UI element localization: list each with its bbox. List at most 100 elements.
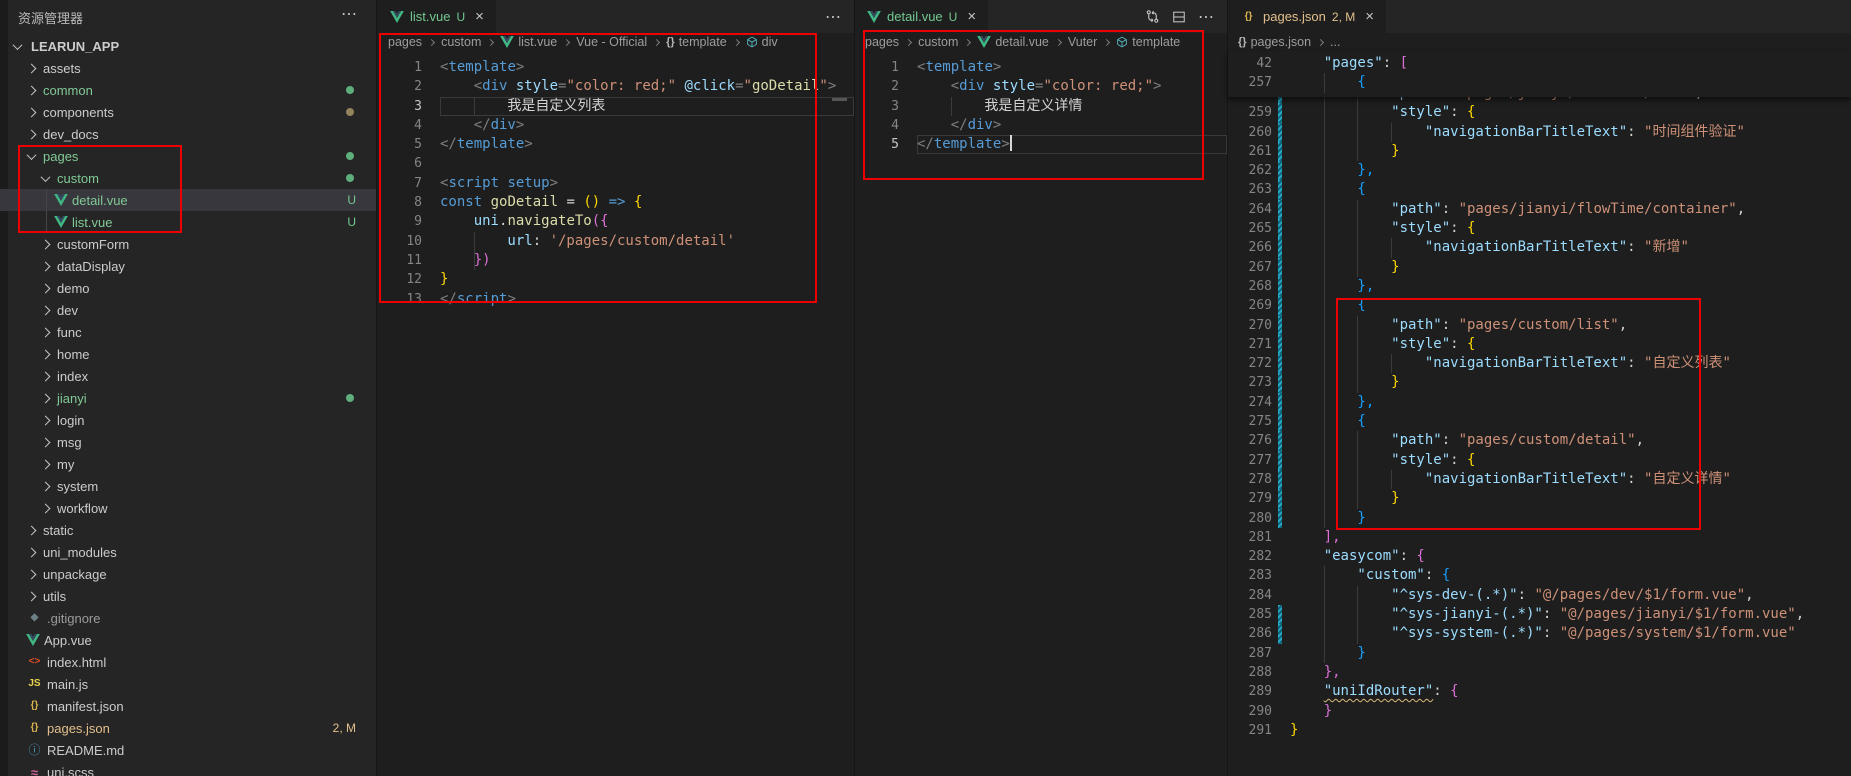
code-line[interactable]: 3我是自定义列表 [378, 97, 854, 116]
code-line[interactable]: 1<template> [855, 58, 1227, 77]
code-line[interactable]: 2<div style="color: red;"> [855, 77, 1227, 96]
code-line[interactable]: 12} [378, 270, 854, 289]
code-line[interactable]: 5</template> [378, 135, 854, 154]
tree-item-main.js[interactable]: JSmain.js [0, 673, 376, 695]
code-line[interactable]: 5</template> [855, 135, 1227, 154]
tree-item-utils[interactable]: utils [0, 585, 376, 607]
code-line[interactable]: 2<div style="color: red;" @click="goDeta… [378, 77, 854, 96]
tree-item-login[interactable]: login [0, 409, 376, 431]
tree-item-components[interactable]: components [0, 101, 376, 123]
tree-item-static[interactable]: static [0, 519, 376, 541]
code-line[interactable]: 285"^sys-jianyi-(.*)": "@/pages/jianyi/$… [1228, 605, 1851, 624]
code-line[interactable]: 284"^sys-dev-(.*)": "@/pages/dev/$1/form… [1228, 586, 1851, 605]
sticky-scroll[interactable]: 42"pages": [257{ [1228, 51, 1851, 97]
tree-item-uni-modules[interactable]: uni_modules [0, 541, 376, 563]
code-line[interactable]: 7<script setup> [378, 174, 854, 193]
code-line[interactable]: 4</div> [855, 116, 1227, 135]
tab-detail-vue[interactable]: detail.vueU× [855, 0, 989, 33]
tree-item-common[interactable]: common [0, 79, 376, 101]
breadcrumb-item[interactable]: custom [918, 35, 958, 49]
tree-item-list.vue[interactable]: list.vueU [0, 211, 376, 233]
tree-item-msg[interactable]: msg [0, 431, 376, 453]
tree-item-func[interactable]: func [0, 321, 376, 343]
breadcrumb-item[interactable]: pages [865, 35, 899, 49]
code-line[interactable]: 9uni.navigateTo({ [378, 212, 854, 231]
tree-item-pages[interactable]: pages [0, 145, 376, 167]
tree-item-datadisplay[interactable]: dataDisplay [0, 255, 376, 277]
breadcrumb-item[interactable]: {}template [666, 35, 727, 49]
tree-item-readme.md[interactable]: ⓘREADME.md [0, 739, 376, 761]
tree-item-demo[interactable]: demo [0, 277, 376, 299]
code-line[interactable]: 281], [1228, 528, 1851, 547]
tree-item-app.vue[interactable]: App.vue [0, 629, 376, 651]
more-actions-icon[interactable]: ⋯ [825, 7, 842, 27]
code-line[interactable]: 3我是自定义详情 [855, 97, 1227, 116]
code-line[interactable]: 276"path": "pages/custom/detail", [1228, 431, 1851, 450]
code-line[interactable]: 4</div> [378, 116, 854, 135]
split-editor-icon[interactable] [1172, 10, 1186, 24]
code-line[interactable]: 287} [1228, 644, 1851, 663]
code-line[interactable]: 273} [1228, 373, 1851, 392]
code-line[interactable]: 282"easycom": { [1228, 547, 1851, 566]
code-line[interactable]: 272"navigationBarTitleText": "自定义列表" [1228, 354, 1851, 373]
code-editor[interactable]: 1<template>2<div style="color: red;" @cl… [378, 51, 854, 776]
code-line[interactable]: 259"style": { [1228, 103, 1851, 122]
code-line[interactable]: 1<template> [378, 58, 854, 77]
tree-item-custom[interactable]: custom [0, 167, 376, 189]
tree-item-workflow[interactable]: workflow [0, 497, 376, 519]
tree-item-.gitignore[interactable]: ◆.gitignore [0, 607, 376, 629]
code-line[interactable]: 283"custom": { [1228, 566, 1851, 585]
breadcrumb-item[interactable]: {}pages.json [1238, 35, 1311, 49]
tree-item-my[interactable]: my [0, 453, 376, 475]
code-line[interactable]: 262}, [1228, 161, 1851, 180]
breadcrumb-item[interactable]: div [746, 35, 778, 49]
code-line[interactable]: 264"path": "pages/jianyi/flowTime/contai… [1228, 200, 1851, 219]
code-line[interactable]: 289"uniIdRouter": { [1228, 682, 1851, 701]
breadcrumb-item[interactable]: ... [1330, 35, 1340, 49]
tree-item-pages.json[interactable]: {}pages.json2, M [0, 717, 376, 739]
code-line[interactable]: 279} [1228, 489, 1851, 508]
code-line[interactable]: 267} [1228, 258, 1851, 277]
tree-item-dev[interactable]: dev [0, 299, 376, 321]
code-editor[interactable]: 258"path": "pages/jianyi/flowTime/list",… [1228, 51, 1851, 776]
more-actions-icon[interactable]: ⋯ [1198, 7, 1215, 27]
tree-item-assets[interactable]: assets [0, 57, 376, 79]
tree-item-unpackage[interactable]: unpackage [0, 563, 376, 585]
tree-item-jianyi[interactable]: jianyi [0, 387, 376, 409]
code-line[interactable]: 270"path": "pages/custom/list", [1228, 316, 1851, 335]
tree-item-home[interactable]: home [0, 343, 376, 365]
tree-item-dev-docs[interactable]: dev_docs [0, 123, 376, 145]
tree-item-index.html[interactable]: <>index.html [0, 651, 376, 673]
breadcrumb-item[interactable]: template [1116, 35, 1180, 49]
code-line[interactable]: 13</script> [378, 290, 854, 309]
code-line[interactable]: 263{ [1228, 180, 1851, 199]
code-line[interactable]: 268}, [1228, 277, 1851, 296]
open-changes-icon[interactable] [1145, 9, 1160, 24]
code-line[interactable]: 277"style": { [1228, 451, 1851, 470]
close-icon[interactable]: × [967, 8, 976, 25]
tree-item-detail.vue[interactable]: detail.vueU [0, 189, 376, 211]
code-line[interactable]: 10url: '/pages/custom/detail' [378, 232, 854, 251]
breadcrumb-item[interactable]: list.vue [500, 35, 557, 49]
tree-item-index[interactable]: index [0, 365, 376, 387]
tree-item-customform[interactable]: customForm [0, 233, 376, 255]
code-line[interactable]: 6 [378, 154, 854, 173]
code-line[interactable]: 288}, [1228, 663, 1851, 682]
code-line[interactable]: 8const goDetail = () => { [378, 193, 854, 212]
code-editor[interactable]: 1<template>2<div style="color: red;">3我是… [855, 51, 1227, 776]
code-line[interactable]: 286"^sys-system-(.*)": "@/pages/system/$… [1228, 624, 1851, 643]
breadcrumb-item[interactable]: detail.vue [977, 35, 1049, 49]
code-line[interactable]: 278"navigationBarTitleText": "自定义详情" [1228, 470, 1851, 489]
tab-list-vue[interactable]: list.vueU× [378, 0, 497, 33]
code-line[interactable]: 280} [1228, 509, 1851, 528]
code-line[interactable]: 274}, [1228, 393, 1851, 412]
code-line[interactable]: 260"navigationBarTitleText": "时间组件验证" [1228, 123, 1851, 142]
breadcrumb-item[interactable]: Vue - Official [576, 35, 647, 49]
code-line[interactable]: 291} [1228, 721, 1851, 740]
code-line[interactable]: 271"style": { [1228, 335, 1851, 354]
tree-item-system[interactable]: system [0, 475, 376, 497]
close-icon[interactable]: × [475, 8, 484, 25]
code-line[interactable]: 266"navigationBarTitleText": "新增" [1228, 238, 1851, 257]
code-line[interactable]: 269{ [1228, 296, 1851, 315]
tree-item-manifest.json[interactable]: {}manifest.json [0, 695, 376, 717]
